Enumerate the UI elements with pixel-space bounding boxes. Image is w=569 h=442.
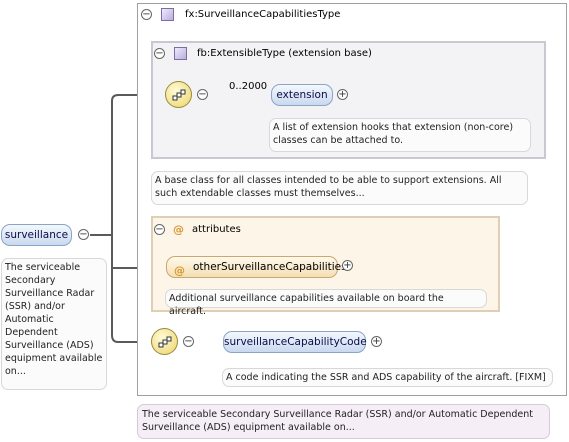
attribute-documentation: Additional surveillance capabilities ava…	[165, 289, 487, 317]
collapse-minus-icon: −	[155, 48, 164, 59]
type-documentation: The serviceable Secondary Surveillance R…	[137, 404, 550, 439]
capability-code-expand-button[interactable]: +	[371, 336, 382, 347]
attribute-icon: @	[173, 223, 184, 236]
extension-expand-button[interactable]: +	[337, 89, 348, 100]
element-surveillance-capability-code[interactable]: surveillanceCapabilityCode	[223, 331, 367, 353]
collapse-minus-icon: −	[79, 229, 88, 240]
collapse-minus-icon: −	[155, 224, 164, 235]
capability-code-documentation: A code indicating the SSR and ADS capabi…	[222, 368, 553, 387]
attribute-expand-button[interactable]: +	[342, 260, 353, 271]
sequence-compositor-icon[interactable]	[165, 81, 192, 108]
root-collapse-button[interactable]: −	[78, 229, 89, 240]
sequence-collapse-button[interactable]: −	[197, 89, 208, 100]
base-collapse-button[interactable]: −	[154, 48, 165, 59]
expand-plus-icon: +	[372, 336, 381, 347]
base-type-name: fb:ExtensibleType (extension base)	[197, 48, 372, 59]
collapse-minus-icon: −	[198, 89, 207, 100]
sequence-glyph-icon	[172, 89, 186, 101]
extension-documentation: A list of extension hooks that extension…	[269, 118, 531, 152]
attribute-other-surveillance-capabilities[interactable]: @ otherSurveillanceCapabilities	[166, 256, 347, 278]
attribute-name: otherSurveillanceCapabilities	[193, 261, 347, 273]
element-extension[interactable]: extension	[271, 84, 333, 106]
sequence-glyph-icon	[158, 336, 172, 348]
expand-plus-icon: +	[343, 260, 352, 271]
attribute-icon: @	[174, 264, 185, 277]
base-type-documentation: A base class for all classes intended to…	[151, 171, 528, 205]
attributes-collapse-button[interactable]: −	[154, 224, 165, 235]
expand-plus-icon: +	[338, 89, 347, 100]
base-type-icon	[174, 47, 187, 60]
sequence-collapse-button[interactable]: −	[183, 336, 194, 347]
attributes-label: attributes	[192, 224, 241, 235]
collapse-minus-icon: −	[184, 336, 193, 347]
root-documentation: The serviceable Secondary Surveillance R…	[1, 258, 107, 390]
type-collapse-button[interactable]: −	[141, 9, 152, 20]
complex-type-icon	[161, 8, 174, 21]
root-element-surveillance[interactable]: surveillance	[1, 224, 72, 246]
collapse-minus-icon: −	[142, 9, 151, 20]
sequence-compositor-icon[interactable]	[151, 328, 178, 355]
complex-type-name: fx:SurveillanceCapabilitiesType	[185, 9, 341, 20]
extension-occurrence: 0..2000	[229, 81, 268, 92]
